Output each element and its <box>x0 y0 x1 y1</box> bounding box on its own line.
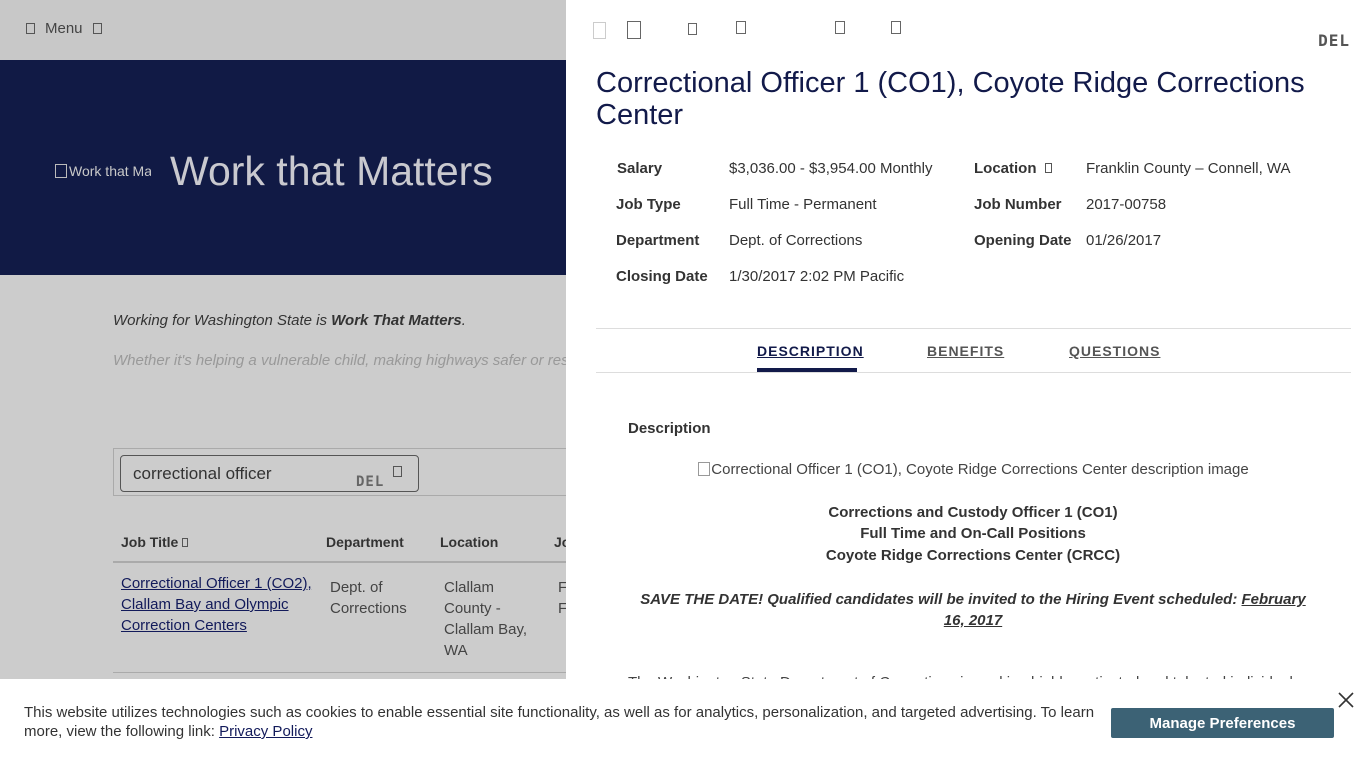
description-line-2: Full Time and On-Call Positions <box>860 525 1086 542</box>
table-cell-location: Clallam County - Clallam Bay, WA <box>444 579 528 659</box>
menu-icon <box>26 23 35 34</box>
meta-salary: Salary <box>617 160 662 177</box>
meta-label: Department <box>616 232 700 249</box>
meta-label: Job Number <box>974 196 1062 213</box>
meta-job-number: Job Number <box>974 196 1062 213</box>
intro-subtext: Whether it's helping a vulnerable child,… <box>113 352 566 369</box>
meta-label: Opening Date <box>974 232 1072 249</box>
meta-location-value: Franklin County – Connell, WA <box>1086 160 1291 177</box>
meta-job-type-value: Full Time - Permanent <box>729 196 877 213</box>
meta-department-value: Dept. of Corrections <box>729 232 863 249</box>
meta-department: Department <box>616 232 699 249</box>
chevron-down-icon <box>92 23 102 34</box>
job-title-link[interactable]: Correctional Officer 1 (CO2), Clallam Ba… <box>121 573 316 636</box>
description-image: Correctional Officer 1 (CO1), Coyote Rid… <box>566 461 1366 478</box>
email-icon[interactable] <box>736 21 746 34</box>
description-line-1: Corrections and Custody Officer 1 (CO1) <box>828 504 1118 521</box>
meta-label: Location <box>974 160 1037 177</box>
manage-preferences-button[interactable]: Manage Preferences <box>1111 708 1334 738</box>
top-bar: Menu <box>0 0 566 60</box>
table-cell-department: Dept. of Corrections <box>330 579 407 617</box>
hero-banner: Work that Matters Work that Matters <box>0 60 566 275</box>
sort-icon <box>182 538 189 547</box>
meta-salary-value: $3,036.00 - $3,954.00 Monthly <box>729 160 933 177</box>
intro-text: Working for Washington State is Work Tha… <box>113 312 466 329</box>
meta-opening-date-value: 01/26/2017 <box>1086 232 1162 249</box>
table-cell-job-type: F F <box>558 579 566 617</box>
bookmark-icon[interactable] <box>627 21 641 39</box>
cookie-text: This website utilizes technologies such … <box>24 703 1109 741</box>
job-detail-panel: DEL Correctional Officer 1 (CO1), Coyote… <box>566 0 1366 768</box>
privacy-policy-link[interactable]: Privacy Policy <box>219 723 312 740</box>
hero-image: Work that Matters <box>55 163 151 179</box>
search-box: DEL <box>113 448 566 496</box>
meta-job-number-value: 2017-00758 <box>1086 196 1167 213</box>
search-icon[interactable] <box>393 466 402 477</box>
column-header-department[interactable]: Department <box>326 534 404 550</box>
close-panel-button[interactable]: DEL <box>1318 31 1350 50</box>
menu-label: Menu <box>45 20 83 37</box>
column-header-job-title[interactable]: Job Title <box>121 534 189 550</box>
meta-label: Closing Date <box>616 268 708 285</box>
tabs-divider <box>596 372 1351 373</box>
tab-benefits[interactable]: BENEFITS <box>927 343 1004 359</box>
tab-questions[interactable]: QUESTIONS <box>1069 343 1160 359</box>
intro-bold: Work That Matters <box>331 312 462 329</box>
table-row: Correctional Officer 1 (CO2), Clallam Ba… <box>113 563 566 673</box>
intro-suffix: . <box>461 312 466 329</box>
print-icon[interactable] <box>688 23 697 35</box>
column-header-location[interactable]: Location <box>440 534 498 550</box>
apply-icon[interactable] <box>891 21 901 34</box>
description-image-alt: Correctional Officer 1 (CO1), Coyote Rid… <box>711 461 1249 478</box>
meta-label: Salary <box>617 160 663 177</box>
panel-toolbar: DEL <box>566 0 1366 60</box>
meta-closing-date: Closing Date <box>616 268 708 285</box>
description-heading: Description <box>628 420 711 437</box>
intro-prefix: Working for Washington State is <box>113 312 332 329</box>
menu-button[interactable]: Menu <box>26 20 102 37</box>
close-icon[interactable] <box>1337 691 1355 709</box>
back-icon[interactable] <box>593 22 606 39</box>
meta-label: Job Type <box>616 196 681 213</box>
column-header-label: Job Title <box>121 534 179 550</box>
cookie-banner: This website utilizes technologies such … <box>0 679 1366 768</box>
column-header-job-type[interactable]: Jo <box>554 534 566 550</box>
job-title: Correctional Officer 1 (CO1), Coyote Rid… <box>596 67 1305 131</box>
save-the-date: SAVE THE DATE! Qualified candidates will… <box>628 589 1318 631</box>
divider <box>596 328 1351 329</box>
description-line-3: Coyote Ridge Corrections Center (CRCC) <box>825 547 1121 564</box>
share-icon[interactable] <box>835 21 845 34</box>
save-the-date-text: SAVE THE DATE! Qualified candidates will… <box>640 591 1242 608</box>
job-table-header: Job Title Department Location Jo <box>113 520 566 563</box>
broken-image-icon <box>55 164 67 178</box>
hero-title: Work that Matters <box>170 148 493 194</box>
meta-opening-date: Opening Date <box>974 232 1072 249</box>
map-icon[interactable] <box>1044 163 1052 173</box>
meta-closing-date-value: 1/30/2017 2:02 PM Pacific <box>729 268 905 285</box>
broken-image-icon <box>698 462 711 476</box>
meta-location: Location <box>974 160 1052 177</box>
cookie-message: This website utilizes technologies such … <box>24 704 1095 740</box>
hero-image-alt-text: Work that Matters <box>69 163 151 179</box>
search-clear-label[interactable]: DEL <box>356 474 384 490</box>
tab-description[interactable]: DESCRIPTION <box>757 343 864 359</box>
meta-job-type: Job Type <box>616 196 681 213</box>
